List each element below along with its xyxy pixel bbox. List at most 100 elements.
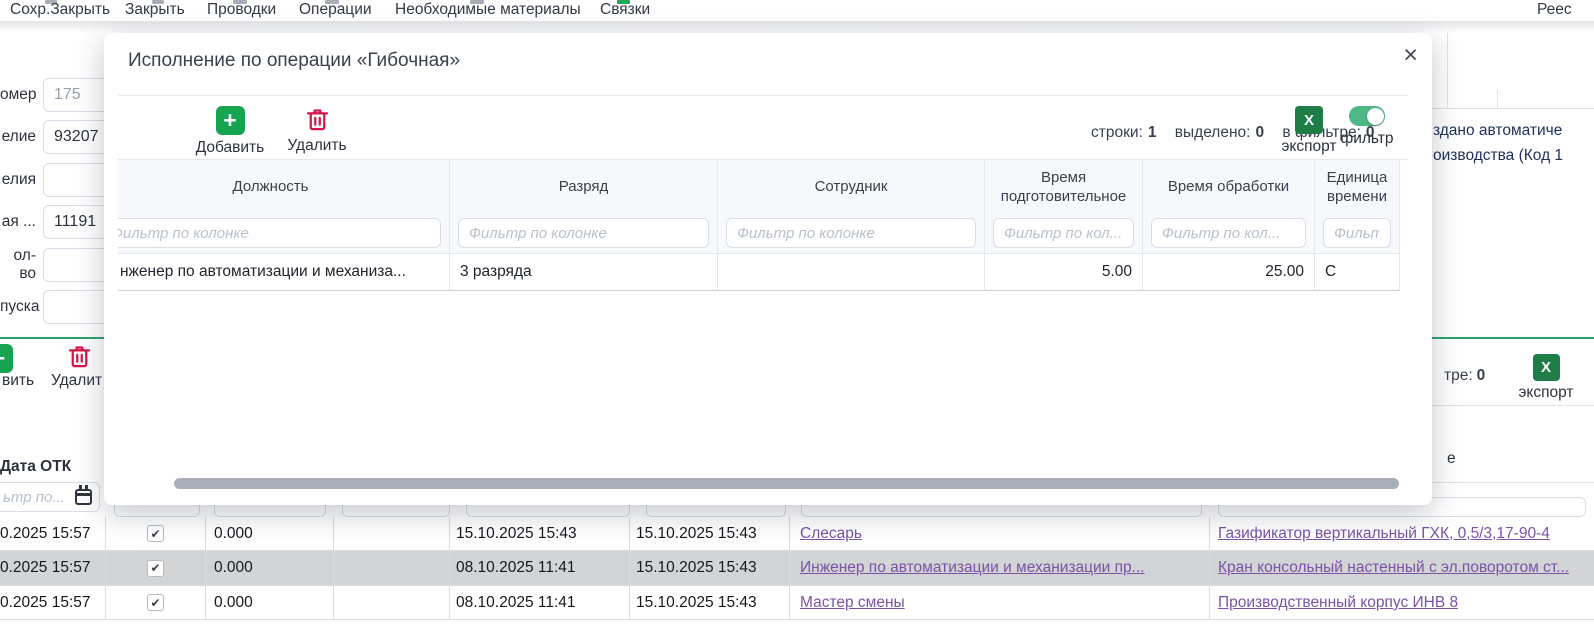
cell-checkbox: ✔: [106, 586, 206, 619]
add-button-background[interactable]: +: [0, 344, 13, 373]
plus-icon: +: [0, 344, 13, 373]
filter-toggle-label: фильтр: [1340, 130, 1393, 148]
delete-button[interactable]: Удалить: [272, 106, 362, 155]
panel-border: [1447, 33, 1448, 108]
checkbox-checked[interactable]: ✔: [147, 525, 164, 542]
panel-border: [1432, 482, 1594, 483]
selected-count-value: 0: [1255, 124, 1264, 141]
column-header-date-otk: Дата ОТК: [0, 458, 71, 476]
dialog-title: Исполнение по операции «Гибочная»: [128, 50, 460, 72]
menu-item-close[interactable]: Закрыть: [125, 1, 185, 19]
selected-count-label: выделено:: [1175, 124, 1251, 141]
rows-count-label: строки:: [1091, 124, 1143, 141]
grade-filter-input[interactable]: [458, 218, 709, 248]
date-otk-filter[interactable]: [0, 482, 100, 512]
cell-position[interactable]: нженер по автоматизации и механиза...: [118, 253, 450, 291]
panel-border: [1432, 405, 1594, 406]
menu-item-registry[interactable]: Реес: [1537, 1, 1572, 19]
menu-item-postings[interactable]: Проводки: [207, 1, 276, 19]
proc-time-filter-input[interactable]: [1151, 218, 1306, 248]
delete-button-label: Удалить: [287, 137, 346, 155]
cell-date-end: 15.10.2025 15:43: [630, 517, 790, 550]
checkbox-checked[interactable]: ✔: [147, 560, 164, 577]
column-header-grade: Разряд: [450, 160, 718, 213]
menubar-shadow: [0, 21, 1594, 33]
cell-equipment-link: Газификатор вертикальный ГХК, 0,5/3,17-9…: [1210, 517, 1594, 550]
cell-position-link: Слесарь: [790, 517, 1210, 550]
trash-icon: [304, 106, 331, 133]
table-row-selected[interactable]: 0.2025 15:57 ✔ 0.000 08.10.2025 11:41 15…: [0, 551, 1594, 586]
cell-employee[interactable]: [718, 253, 985, 291]
cell-date-start: 15.10.2025 15:43: [450, 517, 630, 550]
close-icon[interactable]: ×: [1403, 43, 1418, 68]
position-filter-input[interactable]: [118, 218, 441, 248]
toggle-on-icon[interactable]: [1349, 106, 1385, 126]
cell-checkbox: ✔: [106, 517, 206, 550]
filter-toggle[interactable]: фильтр: [1322, 106, 1412, 148]
cell-position-link: Инженер по автоматизации и механизации п…: [790, 551, 1210, 585]
add-button[interactable]: + Добавить: [185, 106, 275, 157]
menu-item-operations[interactable]: Операции: [299, 1, 372, 19]
cell-time-unit[interactable]: С: [1315, 253, 1400, 291]
cell-amount: 0.000: [206, 551, 334, 585]
cell-prep-time[interactable]: 5.00: [985, 253, 1143, 291]
equipment-link[interactable]: Производственный корпус ИНВ 8: [1218, 594, 1458, 612]
menu-item-materials[interactable]: Необходимые материалы: [395, 1, 581, 19]
time-unit-filter-input[interactable]: [1323, 218, 1391, 248]
cell-date-end: 15.10.2025 15:43: [630, 551, 790, 585]
form-row: пуска: [0, 290, 115, 324]
field-label-release: пуска: [0, 298, 36, 316]
trash-icon: [66, 343, 93, 370]
operation-execution-dialog: Исполнение по операции «Гибочная» × + До…: [104, 33, 1432, 505]
cell-empty: [334, 551, 450, 585]
filter-cell: [1315, 213, 1400, 253]
menu-item-save-close[interactable]: Сохр.Закрыть: [10, 1, 110, 19]
cell-position-link: Мастер смены: [790, 586, 1210, 619]
equipment-link[interactable]: Газификатор вертикальный ГХК, 0,5/3,17-9…: [1218, 525, 1550, 543]
field-label-product2: елия: [0, 171, 36, 189]
form-row: елия: [0, 163, 115, 197]
form-row: ол-во: [0, 248, 115, 282]
delete-button-background[interactable]: [66, 343, 93, 375]
cell-empty: [334, 586, 450, 619]
cell-equipment-link: Кран консольный настенный с эл.поворотом…: [1210, 551, 1594, 585]
field-label-number: омер: [0, 86, 36, 104]
cell-date-start: 08.10.2025 11:41: [450, 551, 630, 585]
position-link[interactable]: Инженер по автоматизации и механизации п…: [800, 559, 1145, 577]
cell-proc-time[interactable]: 25.00: [1143, 253, 1315, 291]
form-row: елие: [0, 120, 115, 154]
auto-created-note: здано автоматиче оизводства (Код 1: [1433, 118, 1563, 168]
filter-count-partial: тре:0: [1444, 367, 1485, 385]
dialog-toolbar: + Добавить Удалить строки:1 выделено:0 в…: [118, 95, 1408, 160]
date-otk-filter-input[interactable]: [3, 489, 73, 506]
table-row[interactable]: 0.2025 15:57 ✔ 0.000 08.10.2025 11:41 15…: [0, 586, 1594, 620]
column-header-prep-time: Время подготовительное: [985, 160, 1143, 213]
prep-time-filter-input[interactable]: [993, 218, 1134, 248]
position-link[interactable]: Слесарь: [800, 525, 862, 543]
cell-checkbox: ✔: [106, 551, 206, 585]
position-link[interactable]: Мастер смены: [800, 594, 905, 612]
application-window: Сохр.Закрыть Закрыть Проводки Операции Н…: [0, 0, 1594, 633]
add-button-label: Добавить: [196, 139, 265, 157]
menu-item-links[interactable]: Связки: [600, 1, 650, 19]
horizontal-scrollbar-thumb[interactable]: [174, 478, 1399, 489]
rows-count-value: 1: [1148, 124, 1157, 141]
cell-grade[interactable]: 3 разряда: [450, 253, 718, 291]
column-header-proc-time: Время обработки: [1143, 160, 1315, 213]
add-button-label: вить: [2, 372, 34, 390]
excel-export-icon: X: [1295, 106, 1323, 134]
employee-filter-input[interactable]: [726, 218, 976, 248]
delete-button-label: Удалит: [51, 372, 102, 390]
checkbox-checked[interactable]: ✔: [147, 594, 164, 611]
calendar-icon[interactable]: [75, 489, 92, 505]
equipment-link[interactable]: Кран консольный настенный с эл.поворотом…: [1218, 559, 1569, 577]
field-label-product: елие: [0, 128, 36, 146]
panel-border: [1497, 90, 1498, 108]
cell-amount: 0.000: [206, 586, 334, 619]
field-label-quantity: ол-во: [0, 247, 36, 283]
export-button-right[interactable]: X экспорт: [1513, 354, 1579, 402]
field-label-code: ая ...: [0, 213, 36, 231]
filter-cell: [985, 213, 1143, 253]
table-row[interactable]: 0.2025 15:57 ✔ 0.000 15.10.2025 15:43 15…: [0, 517, 1594, 551]
form-row: ая ...: [0, 205, 115, 239]
